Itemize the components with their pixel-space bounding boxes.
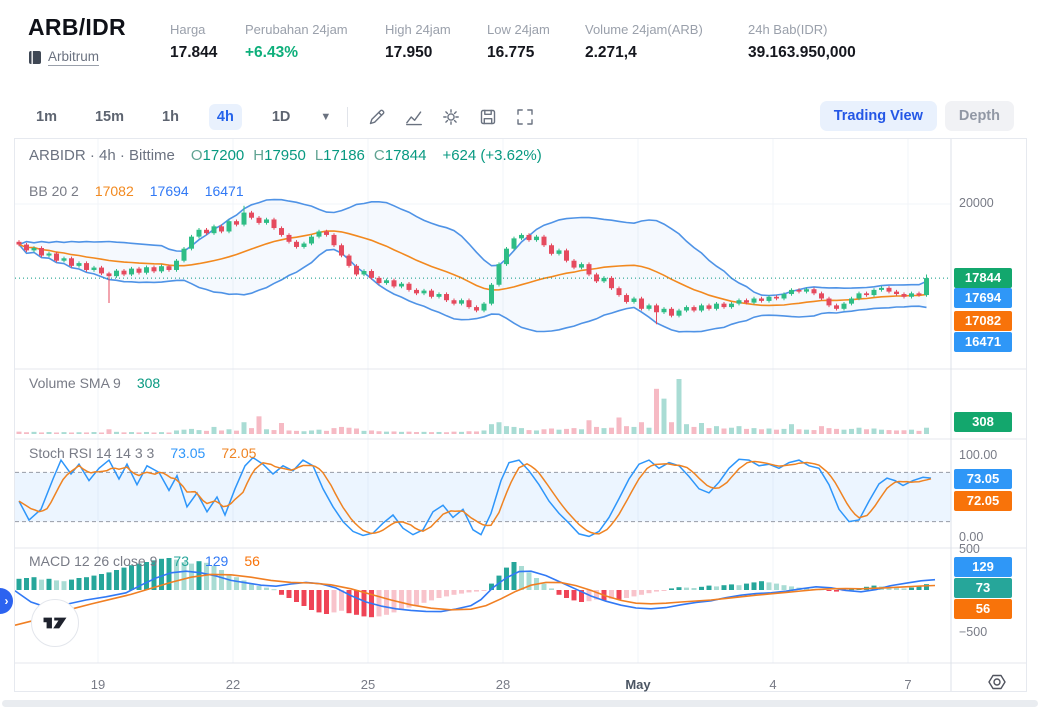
save-icon[interactable] bbox=[477, 106, 499, 128]
network-link[interactable]: Arbitrum bbox=[48, 49, 99, 66]
stat-value: 16.775 bbox=[487, 44, 534, 62]
chevron-down-icon[interactable]: ▼ bbox=[320, 111, 331, 123]
trading-page: ARB/IDR Arbitrum Harga 17.844 Perubahan … bbox=[0, 0, 1041, 708]
time-tick: 22 bbox=[213, 677, 253, 692]
time-tick: 4 bbox=[753, 677, 793, 692]
stat-label: Volume 24jam(ARB) bbox=[585, 22, 703, 37]
stat-label: High 24jam bbox=[385, 22, 451, 37]
network-row: Arbitrum bbox=[28, 49, 99, 66]
time-tick: 19 bbox=[78, 677, 118, 692]
stat-value: 2.271,4 bbox=[585, 44, 637, 62]
fullscreen-icon[interactable] bbox=[514, 106, 536, 128]
interval-15m[interactable]: 15m bbox=[87, 104, 132, 130]
tab-trading-view[interactable]: Trading View bbox=[820, 101, 937, 131]
toolbar-divider bbox=[347, 107, 348, 127]
pair-header: ARB/IDR Arbitrum Harga 17.844 Perubahan … bbox=[0, 0, 1041, 95]
stat-label: 24h Bab(IDR) bbox=[748, 22, 827, 37]
tradingview-glyph bbox=[42, 613, 68, 633]
chart-toolbar: 1m 15m 1h 4h 1D ▼ Trading View Depth bbox=[0, 96, 1041, 138]
chart-overlays: ARBIDR · 4h · Bittime O17200 H17950 L171… bbox=[15, 139, 1026, 691]
stat-value: 17.950 bbox=[385, 44, 432, 62]
indicator-icon[interactable] bbox=[403, 106, 425, 128]
pair-title: ARB/IDR bbox=[28, 14, 126, 41]
horizontal-scrollbar[interactable] bbox=[2, 700, 1038, 707]
interval-4h[interactable]: 4h bbox=[209, 104, 242, 130]
interval-1m[interactable]: 1m bbox=[28, 104, 65, 130]
axis-settings-icon[interactable] bbox=[986, 671, 1008, 693]
stat-label: Perubahan 24jam bbox=[245, 22, 348, 37]
stat-value: 17.844 bbox=[170, 44, 217, 62]
time-tick: May bbox=[618, 677, 658, 692]
draw-tool-icon[interactable] bbox=[366, 106, 388, 128]
interval-1d[interactable]: 1D bbox=[264, 104, 299, 130]
panel-expand-tab[interactable]: › bbox=[0, 588, 13, 614]
stat-value: 39.163.950,000 bbox=[748, 44, 856, 62]
tab-depth[interactable]: Depth bbox=[945, 101, 1014, 131]
chart-area: ARBIDR · 4h · Bittime O17200 H17950 L171… bbox=[14, 138, 1027, 692]
time-tick: 25 bbox=[348, 677, 388, 692]
time-tick: 28 bbox=[483, 677, 523, 692]
time-tick: 7 bbox=[888, 677, 928, 692]
tradingview-logo[interactable] bbox=[31, 599, 79, 647]
gear-icon[interactable] bbox=[440, 106, 462, 128]
stat-value: +6.43% bbox=[245, 44, 298, 62]
stat-label: Low 24jam bbox=[487, 22, 550, 37]
stat-label: Harga bbox=[170, 22, 205, 37]
book-icon bbox=[28, 50, 42, 65]
time-axis[interactable]: 19 22 25 28 May 4 7 bbox=[15, 139, 1026, 691]
interval-1h[interactable]: 1h bbox=[154, 104, 187, 130]
